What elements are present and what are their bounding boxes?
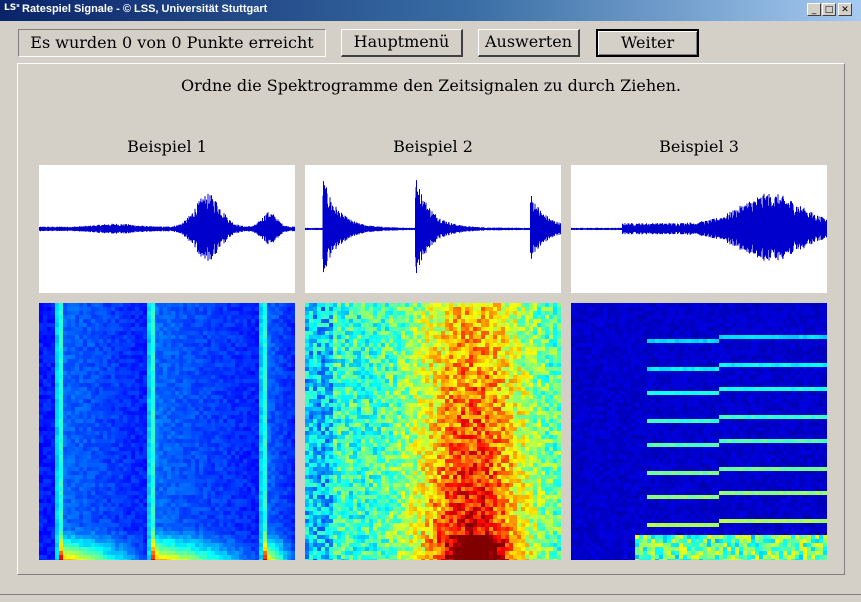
waveform-3-plot [571,193,827,261]
waveform-2 [305,165,561,293]
spectrogram-1-draggable[interactable] [39,303,295,560]
window-title: Ratespiel Signale - © LSS, Universität S… [22,3,268,15]
waveform-3 [571,165,827,293]
app-logo-icon: LSˢ [4,3,20,13]
evaluate-button[interactable]: Auswerten [478,29,580,57]
spectrogram-2-draggable[interactable] [305,303,561,560]
game-panel: Ordne die Spektrogramme den Zeitsignalen… [17,63,845,575]
next-button[interactable]: Weiter [596,29,699,57]
example-2-label: Beispiel 2 [393,137,473,156]
spectrogram-3-draggable[interactable] [571,303,827,560]
score-display: Es wurden 0 von 0 Punkte erreicht [18,29,326,57]
waveform-1 [39,165,295,293]
maximize-button[interactable]: □ [822,3,836,16]
spectrogram-3-image [571,303,827,560]
title-bar: LSˢ Ratespiel Signale - © LSS, Universit… [0,0,861,21]
spectrogram-2-image [305,303,561,560]
spectrogram-1-image [39,303,295,560]
example-1-label: Beispiel 1 [127,137,207,156]
main-menu-button[interactable]: Hauptmenü [341,29,463,57]
close-button[interactable]: ✕ [838,3,852,16]
window-bottom-edge [0,594,861,595]
instruction-text: Ordne die Spektrogramme den Zeitsignalen… [180,76,682,95]
waveform-1-plot [39,193,295,261]
minimize-button[interactable]: _ [807,3,821,16]
example-3-label: Beispiel 3 [659,137,739,156]
waveform-2-plot [305,180,561,273]
